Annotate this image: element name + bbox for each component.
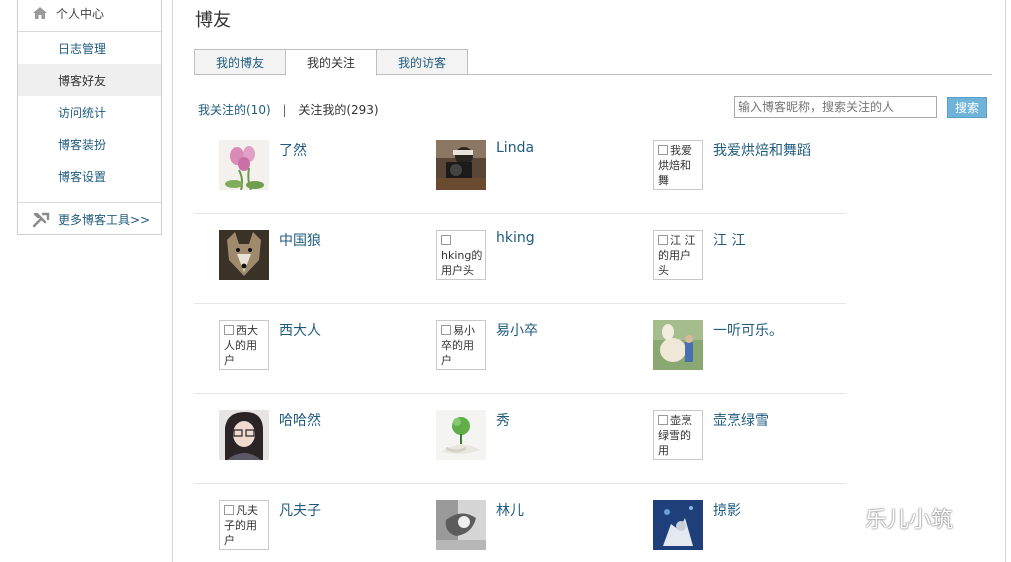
broken-image-icon xyxy=(224,505,234,515)
avatar[interactable] xyxy=(436,140,486,190)
friend-item: 江 江的用户头江 江 xyxy=(653,230,863,282)
friend-row: 哈哈然 秀 壶烹绿雪的用 壶烹绿雪 xyxy=(194,394,846,484)
sidebar-item-settings[interactable]: 博客设置 xyxy=(18,160,161,192)
friend-row: 西大人的用户 西大人 易小卒的用户 易小卒 一听可乐。 xyxy=(194,304,846,394)
friend-row: 了然 Linda 我爱烘焙和舞 我爱烘焙和舞蹈 xyxy=(194,124,846,214)
watermark: 乐儿小筑 xyxy=(825,502,953,534)
watermark-text: 乐儿小筑 xyxy=(865,508,954,533)
following-count-link[interactable]: 我关注的(10) xyxy=(198,103,271,117)
tools-icon xyxy=(32,212,50,228)
broken-avatar-image[interactable]: 江 江的用户头 xyxy=(653,230,703,280)
avatar[interactable] xyxy=(653,320,703,370)
friend-item: 了然 xyxy=(219,140,429,192)
follow-filter: 我关注的(10) | 关注我的(293) xyxy=(198,101,379,118)
broken-image-icon xyxy=(658,235,668,245)
broken-image-icon xyxy=(658,415,668,425)
sidebar-item-log[interactable]: 日志管理 xyxy=(18,32,161,64)
friend-item: 林儿 xyxy=(436,500,646,552)
friend-name-link[interactable]: 一听可乐。 xyxy=(713,320,783,340)
more-tools-label: 更多博客工具>> xyxy=(58,213,151,227)
friend-name-link[interactable]: 了然 xyxy=(279,140,307,160)
friend-name-link[interactable]: 哈哈然 xyxy=(279,410,321,430)
friend-item: 我爱烘焙和舞 我爱烘焙和舞蹈 xyxy=(653,140,863,192)
friend-name-link[interactable]: 凡夫子 xyxy=(279,500,321,520)
avatar-alt-text: hking的用户头 xyxy=(441,249,483,277)
broken-image-icon xyxy=(224,325,234,335)
friend-name-link[interactable]: 西大人 xyxy=(279,320,321,340)
friend-name-link[interactable]: Linda xyxy=(496,140,534,156)
avatar[interactable] xyxy=(436,500,486,550)
wechat-icon xyxy=(825,503,859,533)
friend-name-link[interactable]: 林儿 xyxy=(496,500,524,520)
tab-my-visitors[interactable]: 我的访客 xyxy=(376,49,468,75)
friend-item: 西大人的用户 西大人 xyxy=(219,320,429,372)
sidebar-header-label: 个人中心 xyxy=(56,6,105,21)
followers-count-label[interactable]: 关注我的(293) xyxy=(298,103,378,117)
friend-name-link[interactable]: 我爱烘焙和舞蹈 xyxy=(713,140,811,160)
avatar[interactable] xyxy=(653,500,703,550)
sidebar: 个人中心 日志管理 博客好友 访问统计 博客装扮 博客设置 更多博客工具>> xyxy=(17,0,162,235)
more-tools-link[interactable]: 更多博客工具>> xyxy=(18,202,161,236)
friend-item: 一听可乐。 xyxy=(653,320,863,372)
friend-item: Linda xyxy=(436,140,646,192)
broken-avatar-image[interactable]: 易小卒的用户 xyxy=(436,320,486,370)
friend-name-link[interactable]: 秀 xyxy=(496,410,510,430)
broken-image-icon xyxy=(658,145,668,155)
sidebar-item-friends[interactable]: 博客好友 xyxy=(18,64,161,96)
tab-my-friends[interactable]: 我的博友 xyxy=(194,49,286,75)
sidebar-item-decorate[interactable]: 博客装扮 xyxy=(18,128,161,160)
friend-item: 壶烹绿雪的用 壶烹绿雪 xyxy=(653,410,863,462)
broken-image-icon xyxy=(441,235,451,245)
avatar[interactable] xyxy=(219,410,269,460)
friend-name-link[interactable]: 中国狼 xyxy=(279,230,321,250)
friend-item: 秀 xyxy=(436,410,646,462)
sidebar-list: 日志管理 博客好友 访问统计 博客装扮 博客设置 xyxy=(18,32,161,192)
friend-name-link[interactable]: 易小卒 xyxy=(496,320,538,340)
broken-avatar-image[interactable]: 壶烹绿雪的用 xyxy=(653,410,703,460)
tab-my-following[interactable]: 我的关注 xyxy=(285,49,377,76)
avatar[interactable] xyxy=(436,410,486,460)
friend-item: hking的用户头 hking xyxy=(436,230,646,282)
main-panel: 博友 我的博友 我的关注 我的访客 我关注的(10) | 关注我的(293) 搜… xyxy=(172,0,1006,562)
broken-image-icon xyxy=(441,325,451,335)
broken-avatar-image[interactable]: hking的用户头 xyxy=(436,230,486,280)
friends-grid: 了然 Linda 我爱烘焙和舞 我爱烘焙和舞蹈中国狼 hking的用户头 hking 江 江… xyxy=(194,124,846,562)
friend-item: 易小卒的用户 易小卒 xyxy=(436,320,646,372)
friend-item: 中国狼 xyxy=(219,230,429,282)
search-input[interactable] xyxy=(734,96,937,118)
avatar[interactable] xyxy=(219,140,269,190)
friend-name-link[interactable]: 掠影 xyxy=(713,500,741,520)
friend-row: 凡夫子的用户 凡夫子 林儿 掠影 xyxy=(194,484,846,562)
broken-avatar-image[interactable]: 我爱烘焙和舞 xyxy=(653,140,703,190)
sidebar-header[interactable]: 个人中心 xyxy=(18,0,161,32)
friend-name-link[interactable]: 江 江 xyxy=(713,230,745,250)
broken-avatar-image[interactable]: 西大人的用户 xyxy=(219,320,269,370)
friend-item: 凡夫子的用户 凡夫子 xyxy=(219,500,429,552)
page-title: 博友 xyxy=(195,10,231,31)
friend-item: 哈哈然 xyxy=(219,410,429,462)
avatar[interactable] xyxy=(219,230,269,280)
home-icon xyxy=(32,6,48,20)
search-button[interactable]: 搜索 xyxy=(947,97,987,118)
friend-name-link[interactable]: 壶烹绿雪 xyxy=(713,410,769,430)
friend-row: 中国狼 hking的用户头 hking 江 江的用户头江 江 xyxy=(194,214,846,304)
broken-avatar-image[interactable]: 凡夫子的用户 xyxy=(219,500,269,550)
filter-separator: | xyxy=(282,103,287,117)
sidebar-item-stats[interactable]: 访问统计 xyxy=(18,96,161,128)
friend-name-link[interactable]: hking xyxy=(496,230,535,246)
tab-bar: 我的博友 我的关注 我的访客 xyxy=(194,49,992,76)
